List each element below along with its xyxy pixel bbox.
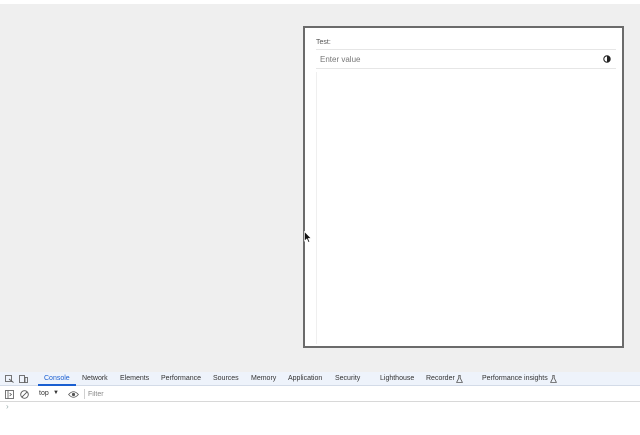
tab-sources[interactable]: Sources — [213, 375, 239, 382]
tab-security[interactable]: Security — [335, 375, 360, 382]
tab-memory[interactable]: Memory — [251, 375, 276, 382]
sidebar-toggle-icon[interactable] — [5, 390, 14, 399]
experiment-flask-icon — [550, 375, 557, 383]
tab-performance[interactable]: Performance — [161, 375, 201, 382]
devtools-tab-bar: Console Network Elements Performance Sou… — [0, 372, 640, 386]
tab-network[interactable]: Network — [82, 375, 108, 382]
filter-input[interactable] — [88, 389, 388, 399]
experiment-flask-icon — [456, 375, 463, 383]
eye-icon[interactable] — [68, 390, 79, 399]
chevron-down-icon[interactable]: ▼ — [53, 390, 59, 396]
inspect-element-icon[interactable] — [5, 375, 14, 383]
test-label: Test: — [316, 39, 331, 46]
tab-elements[interactable]: Elements — [120, 375, 149, 382]
toolbar-divider — [84, 389, 85, 399]
console-prompt[interactable]: › — [6, 402, 9, 411]
clear-console-icon[interactable] — [20, 390, 29, 399]
contrast-icon[interactable] — [603, 55, 611, 63]
value-input[interactable] — [320, 52, 580, 66]
tab-lighthouse[interactable]: Lighthouse — [380, 375, 414, 382]
devtools-panel: Console Network Elements Performance Sou… — [0, 372, 640, 435]
tab-performance-insights[interactable]: Performance insights — [482, 375, 548, 382]
tab-application[interactable]: Application — [288, 375, 322, 382]
mouse-pointer-icon — [304, 231, 312, 243]
value-input-wrapper[interactable] — [316, 49, 616, 69]
console-toolbar: top ▼ — [0, 386, 640, 402]
context-selector[interactable]: top — [39, 390, 49, 397]
tab-console[interactable]: Console — [44, 375, 70, 382]
panel-guide-line — [316, 72, 317, 344]
device-toolbar-icon[interactable] — [19, 375, 28, 383]
tab-recorder[interactable]: Recorder — [426, 375, 455, 382]
test-panel: Test: — [303, 26, 624, 348]
